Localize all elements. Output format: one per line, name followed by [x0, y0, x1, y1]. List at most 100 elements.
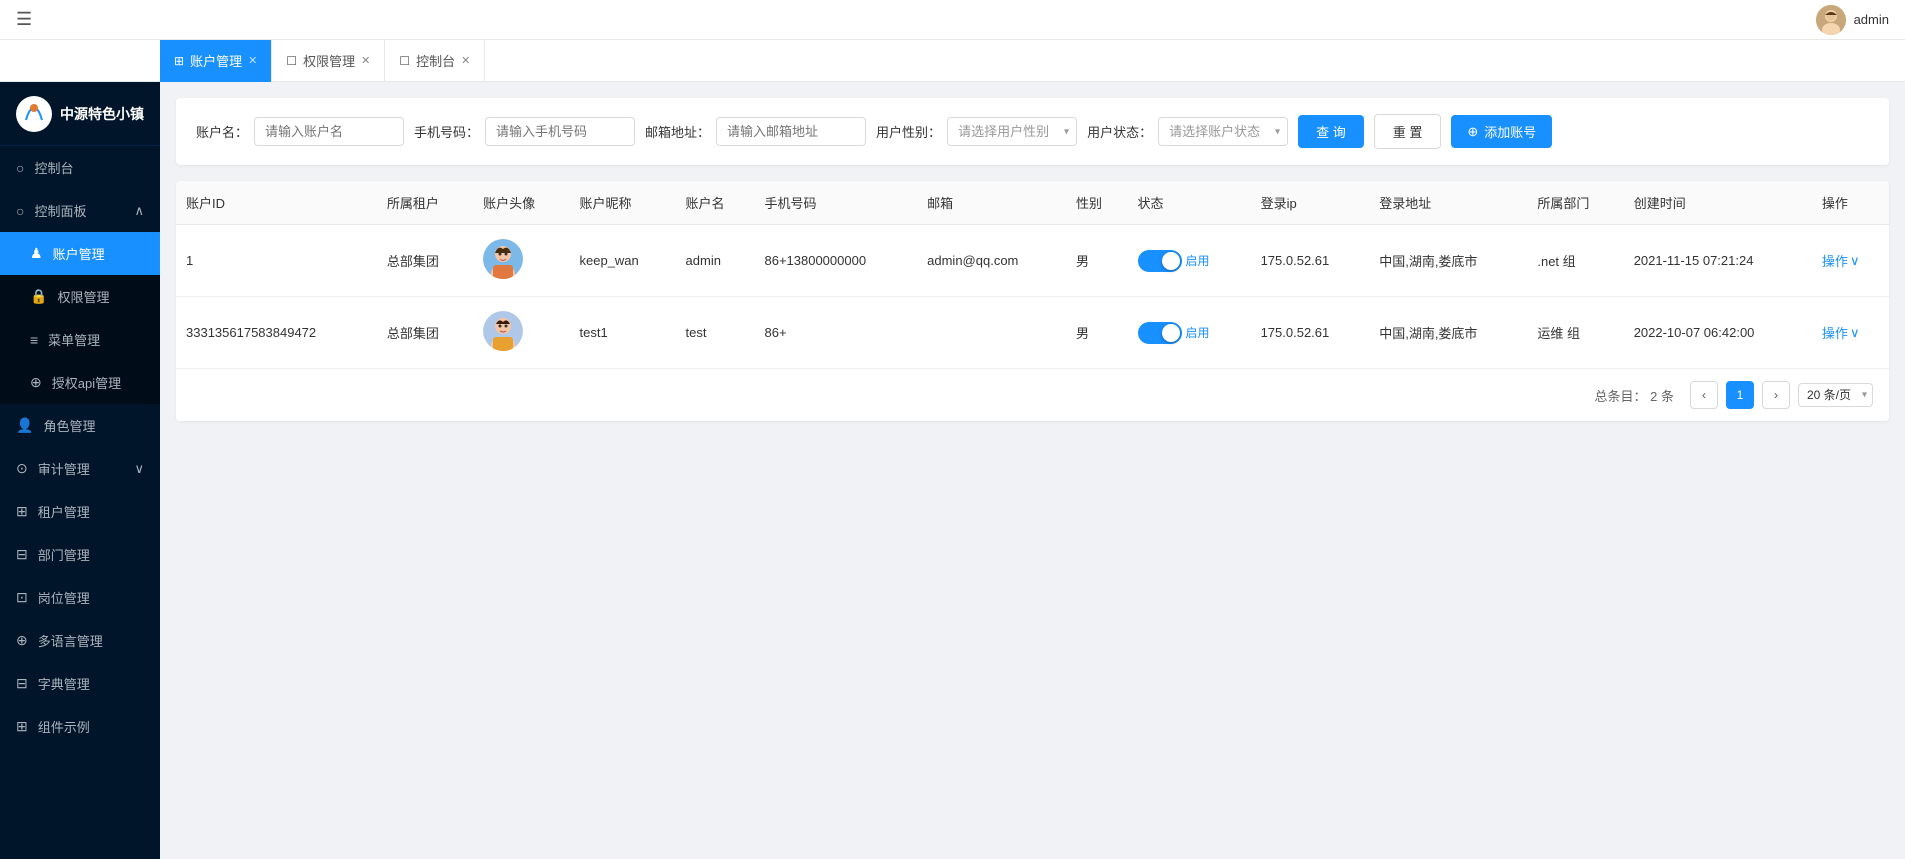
cell-gender: 男 — [1066, 297, 1128, 369]
status-label-text: 启用 — [1186, 252, 1210, 269]
avatar-cell — [483, 311, 523, 351]
sidebar-item-component-demo[interactable]: ⊞ 组件示例 — [0, 705, 160, 748]
sidebar-item-dept-mgmt[interactable]: ⊟ 部门管理 — [0, 533, 160, 576]
tab-label-console: 控制台 — [416, 51, 455, 70]
avatar — [1816, 5, 1846, 35]
cell-id: 333135617583849472 — [176, 297, 377, 369]
sidebar-item-label: 租户管理 — [38, 502, 90, 521]
chevron-down-icon: ∨ — [1850, 325, 1860, 341]
sidebar-item-api-mgmt[interactable]: ⊕ 授权api管理 — [0, 361, 160, 404]
sidebar-item-position-mgmt[interactable]: ⊡ 岗位管理 — [0, 576, 160, 619]
dict-icon: ⊟ — [16, 675, 28, 692]
add-account-button[interactable]: ⊕ 添加账号 — [1451, 115, 1552, 148]
page-size-select[interactable]: 20 条/页 10 条/页 50 条/页 — [1798, 383, 1873, 407]
status-toggle-wrap: 启用 — [1138, 322, 1241, 344]
account-name-input[interactable] — [254, 117, 404, 146]
cell-nickname: test1 — [570, 297, 676, 369]
gender-label: 用户性别： — [876, 122, 941, 141]
prev-page-btn[interactable]: ‹ — [1690, 381, 1718, 409]
admin-name: admin — [1854, 12, 1889, 27]
total-count: 2 条 — [1650, 389, 1674, 404]
status-label: 用户状态： — [1087, 122, 1152, 141]
menu-icon: ≡ — [30, 332, 38, 348]
op-label: 操作 — [1822, 323, 1848, 342]
chevron-down-icon: ∨ — [1850, 253, 1860, 269]
sidebar-item-tenant-mgmt[interactable]: ⊞ 租户管理 — [0, 490, 160, 533]
reset-button[interactable]: 重 置 — [1374, 114, 1442, 149]
cell-login-ip: 175.0.52.61 — [1251, 297, 1370, 369]
permission-icon: 🔒 — [30, 288, 47, 305]
sidebar-item-label: 审计管理 — [38, 459, 90, 478]
chevron-right-icon: ∨ — [134, 461, 144, 477]
col-nickname: 账户昵称 — [570, 181, 676, 225]
tab-account[interactable]: ⊞ 账户管理 ✕ — [160, 40, 272, 82]
query-button[interactable]: 查 询 — [1298, 115, 1364, 148]
col-login-ip: 登录ip — [1251, 181, 1370, 225]
sidebar-item-label: 字典管理 — [38, 674, 90, 693]
email-field: 邮箱地址： — [645, 117, 866, 146]
cell-operation: 操作 ∨ — [1812, 297, 1889, 369]
next-page-btn[interactable]: › — [1762, 381, 1790, 409]
operation-link[interactable]: 操作 ∨ — [1822, 251, 1879, 270]
phone-input[interactable] — [485, 117, 635, 146]
gender-select[interactable]: 请选择用户性别 男 女 — [947, 117, 1077, 146]
content-area: 账户名： 手机号码： 邮箱地址： 用户性别： 请选择用户性别 男 女 — [160, 82, 1905, 859]
top-bar-right: admin — [1816, 5, 1889, 35]
operation-link[interactable]: 操作 ∨ — [1822, 323, 1879, 342]
sidebar-item-permission-mgmt[interactable]: 🔒 权限管理 — [0, 275, 160, 318]
cell-created-time: 2021-11-15 07:21:24 — [1624, 225, 1812, 297]
cell-dept: .net 组 — [1527, 225, 1623, 297]
sidebar-item-label: 权限管理 — [57, 287, 109, 306]
sidebar: 中源特色小镇 ○ 控制台 ○ 控制面板 ∧ ♟ 账户管理 🔒 — [0, 82, 160, 859]
sidebar-item-control-panel[interactable]: ○ 控制面板 ∧ — [0, 189, 160, 232]
avatar-cell — [483, 239, 523, 279]
sidebar-item-label: 部门管理 — [38, 545, 90, 564]
sidebar-item-audit-mgmt[interactable]: ⊙ 审计管理 ∨ — [0, 447, 160, 490]
phone-label: 手机号码： — [414, 122, 479, 141]
role-icon: 👤 — [16, 417, 33, 434]
sidebar-item-menu-mgmt[interactable]: ≡ 菜单管理 — [0, 318, 160, 361]
col-dept: 所属部门 — [1527, 181, 1623, 225]
api-icon: ⊕ — [30, 374, 42, 391]
email-input[interactable] — [716, 117, 866, 146]
col-username: 账户名 — [676, 181, 755, 225]
account-icon: ♟ — [30, 245, 43, 262]
status-toggle[interactable] — [1138, 250, 1182, 272]
dashboard-icon: ○ — [16, 160, 24, 176]
sidebar-item-label: 岗位管理 — [38, 588, 90, 607]
audit-icon: ⊙ — [16, 460, 28, 477]
tab-icon-console: ☐ — [399, 54, 410, 68]
control-panel-icon: ○ — [16, 203, 24, 219]
table-row: 1 总部集团 — [176, 225, 1889, 297]
email-label: 邮箱地址： — [645, 122, 710, 141]
i18n-icon: ⊕ — [16, 632, 28, 649]
tab-close-account[interactable]: ✕ — [248, 54, 257, 67]
cell-dept: 运维 组 — [1527, 297, 1623, 369]
sidebar-item-dashboard[interactable]: ○ 控制台 — [0, 146, 160, 189]
col-created-time: 创建时间 — [1624, 181, 1812, 225]
sidebar-item-label: 控制台 — [34, 158, 73, 177]
status-label-text: 启用 — [1186, 324, 1210, 341]
logo-area: 中源特色小镇 — [0, 82, 160, 146]
status-toggle[interactable] — [1138, 322, 1182, 344]
tab-permission[interactable]: ☐ 权限管理 ✕ — [272, 40, 385, 82]
main-layout: 中源特色小镇 ○ 控制台 ○ 控制面板 ∧ ♟ 账户管理 🔒 — [0, 82, 1905, 859]
hamburger-icon[interactable]: ☰ — [16, 9, 32, 30]
sidebar-item-dict-mgmt[interactable]: ⊟ 字典管理 — [0, 662, 160, 705]
sidebar-item-label: 菜单管理 — [48, 330, 100, 349]
cell-email — [917, 297, 1066, 369]
toggle-knob — [1162, 252, 1180, 270]
component-icon: ⊞ — [16, 718, 28, 735]
cell-username: test — [676, 297, 755, 369]
tab-console[interactable]: ☐ 控制台 ✕ — [385, 40, 485, 82]
status-select[interactable]: 请选择账户状态 启用 禁用 — [1158, 117, 1288, 146]
tab-label-account: 账户管理 — [190, 51, 242, 70]
cell-phone: 86+ — [754, 297, 917, 369]
sidebar-item-i18n-mgmt[interactable]: ⊕ 多语言管理 — [0, 619, 160, 662]
plus-icon: ⊕ — [1467, 124, 1478, 140]
sidebar-item-account-mgmt[interactable]: ♟ 账户管理 — [0, 232, 160, 275]
tab-close-permission[interactable]: ✕ — [361, 54, 370, 67]
tab-close-console[interactable]: ✕ — [461, 54, 470, 67]
page-1-btn[interactable]: 1 — [1726, 381, 1754, 409]
sidebar-item-role-mgmt[interactable]: 👤 角色管理 — [0, 404, 160, 447]
